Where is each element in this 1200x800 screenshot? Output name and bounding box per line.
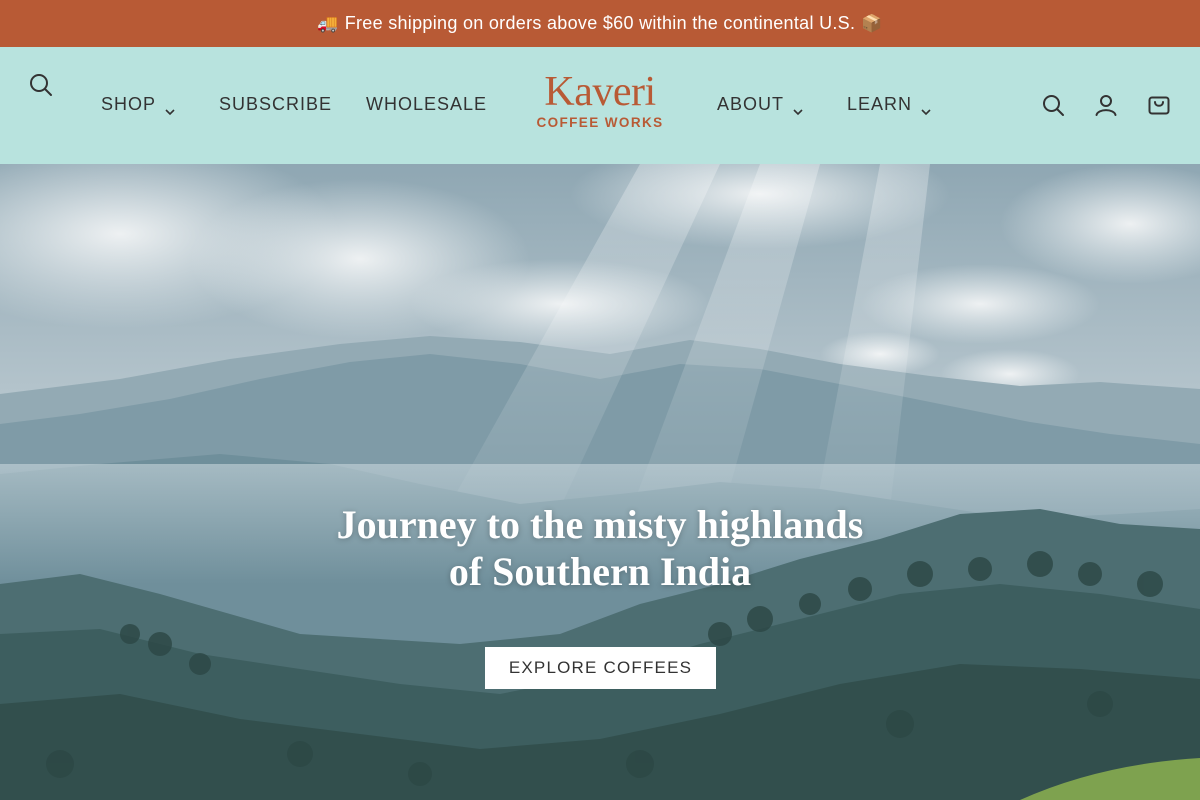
announcement-bar: 🚚 Free shipping on orders above $60 with… <box>0 0 1200 47</box>
package-icon: 📦 <box>861 13 883 34</box>
truck-icon: 🚚 <box>317 13 339 34</box>
hero-landscape-image <box>0 164 1200 800</box>
search-icon[interactable] <box>28 72 54 98</box>
nav-item-label: WHOLESALE <box>366 93 488 114</box>
brand-logo[interactable]: Kaveri COFFEE WORKS <box>530 71 670 137</box>
chevron-down-icon <box>792 100 804 116</box>
logo-wordmark: Kaveri <box>544 69 656 115</box>
nav-item-shop[interactable]: SHOP <box>101 92 176 116</box>
nav-item-label: SUBSCRIBE <box>219 93 333 114</box>
chevron-down-icon <box>164 100 176 116</box>
announcement-text: Free shipping on orders above $60 within… <box>344 13 856 33</box>
nav-item-label: LEARN <box>847 93 913 114</box>
cart-icon[interactable] <box>1147 93 1171 117</box>
hero-title-line2: of Southern India <box>448 549 752 594</box>
hero-title-line1: Journey to the misty highlands <box>336 502 864 547</box>
search-icon[interactable] <box>1041 93 1065 117</box>
explore-coffees-button[interactable]: EXPLORE COFFEES <box>485 647 716 689</box>
hero-title: Journey to the misty highlands of Southe… <box>200 501 1000 595</box>
site-header: SHOP SUBSCRIBE WHOLESALE Kaveri COFFEE W… <box>0 47 1200 164</box>
nav-item-learn[interactable]: LEARN <box>847 92 932 116</box>
nav-item-subscribe[interactable]: SUBSCRIBE <box>219 92 332 116</box>
nav-item-label: ABOUT <box>717 93 785 114</box>
hero-banner: Journey to the misty highlands of Southe… <box>0 164 1200 800</box>
nav-item-about[interactable]: ABOUT <box>717 92 804 116</box>
logo-tagline: COFFEE WORKS <box>536 115 664 130</box>
chevron-down-icon <box>920 100 932 116</box>
nav-item-label: SHOP <box>101 93 157 114</box>
account-icon[interactable] <box>1094 93 1118 117</box>
nav-item-wholesale[interactable]: WHOLESALE <box>366 92 487 116</box>
